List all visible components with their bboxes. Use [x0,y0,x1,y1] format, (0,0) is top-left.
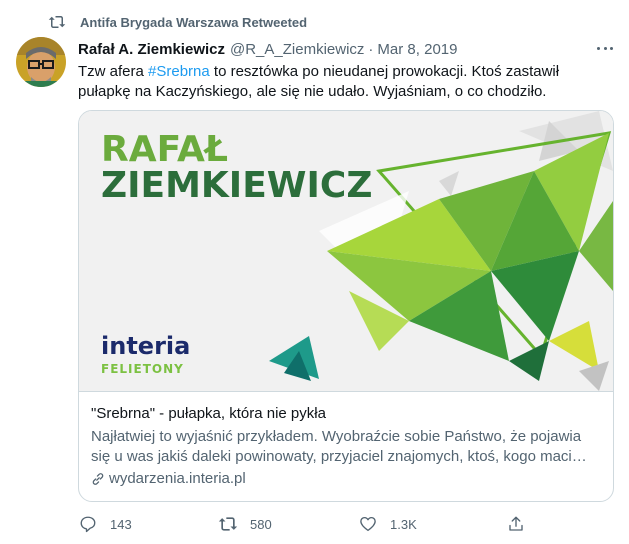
card-domain[interactable]: wydarzenia.interia.pl [109,469,246,489]
card-title[interactable]: "Srebrna" - pułapka, która nie pykła [91,404,601,424]
author-handle[interactable]: @R_A_Ziemkiewicz [230,41,364,58]
retweet-label[interactable]: Antifa Brygada Warszawa Retweeted [80,15,307,30]
card-description: Najłatwiej to wyjaśnić przykładem. Wyobr… [91,428,587,465]
hashtag-link[interactable]: #Srebrna [148,63,210,80]
brand-logo: interia [101,332,190,360]
retweet-count: 580 [250,516,272,532]
card-headline-line2: ZIEMKIEWICZ [101,165,372,206]
reply-button[interactable]: 143 [78,512,132,536]
separator-dot: · [368,40,374,58]
link-card[interactable]: RAFAŁ ZIEMKIEWICZ interia FELIETONY "Sre… [78,110,614,502]
tweet-text: Tzw afera #Srebrna to resztówka po nieud… [78,62,608,102]
reply-count: 143 [110,516,132,532]
more-options-icon[interactable] [595,40,615,56]
link-icon [91,472,105,486]
heart-icon [358,514,378,534]
card-image[interactable]: RAFAŁ ZIEMKIEWICZ interia FELIETONY [79,111,613,391]
author-name[interactable]: Rafał A. Ziemkiewicz [78,41,225,58]
tweet-actions: 143 580 1.3K [78,512,528,536]
retweet-button[interactable]: 580 [218,512,272,536]
like-button[interactable]: 1.3K [358,512,417,536]
tweet-header: Rafał A. Ziemkiewicz @R_A_Ziemkiewicz · … [78,38,613,60]
avatar[interactable] [16,37,66,87]
brand-subtitle: FELIETONY [101,362,184,376]
share-icon [506,514,526,534]
like-count: 1.3K [390,516,417,532]
retweet-action-icon [218,514,238,534]
card-domain-row[interactable]: wydarzenia.interia.pl [91,469,601,489]
share-button[interactable] [506,512,538,536]
tweet-date[interactable]: Mar 8, 2019 [377,41,457,58]
tweet-text-before: Tzw afera [78,63,149,80]
card-body[interactable]: "Srebrna" - pułapka, która nie pykła Naj… [79,391,613,501]
retweet-icon [48,13,68,31]
reply-icon [78,514,98,534]
card-headline-line1: RAFAŁ [101,129,228,170]
retweet-context[interactable]: Antifa Brygada Warszawa Retweeted [48,12,307,32]
